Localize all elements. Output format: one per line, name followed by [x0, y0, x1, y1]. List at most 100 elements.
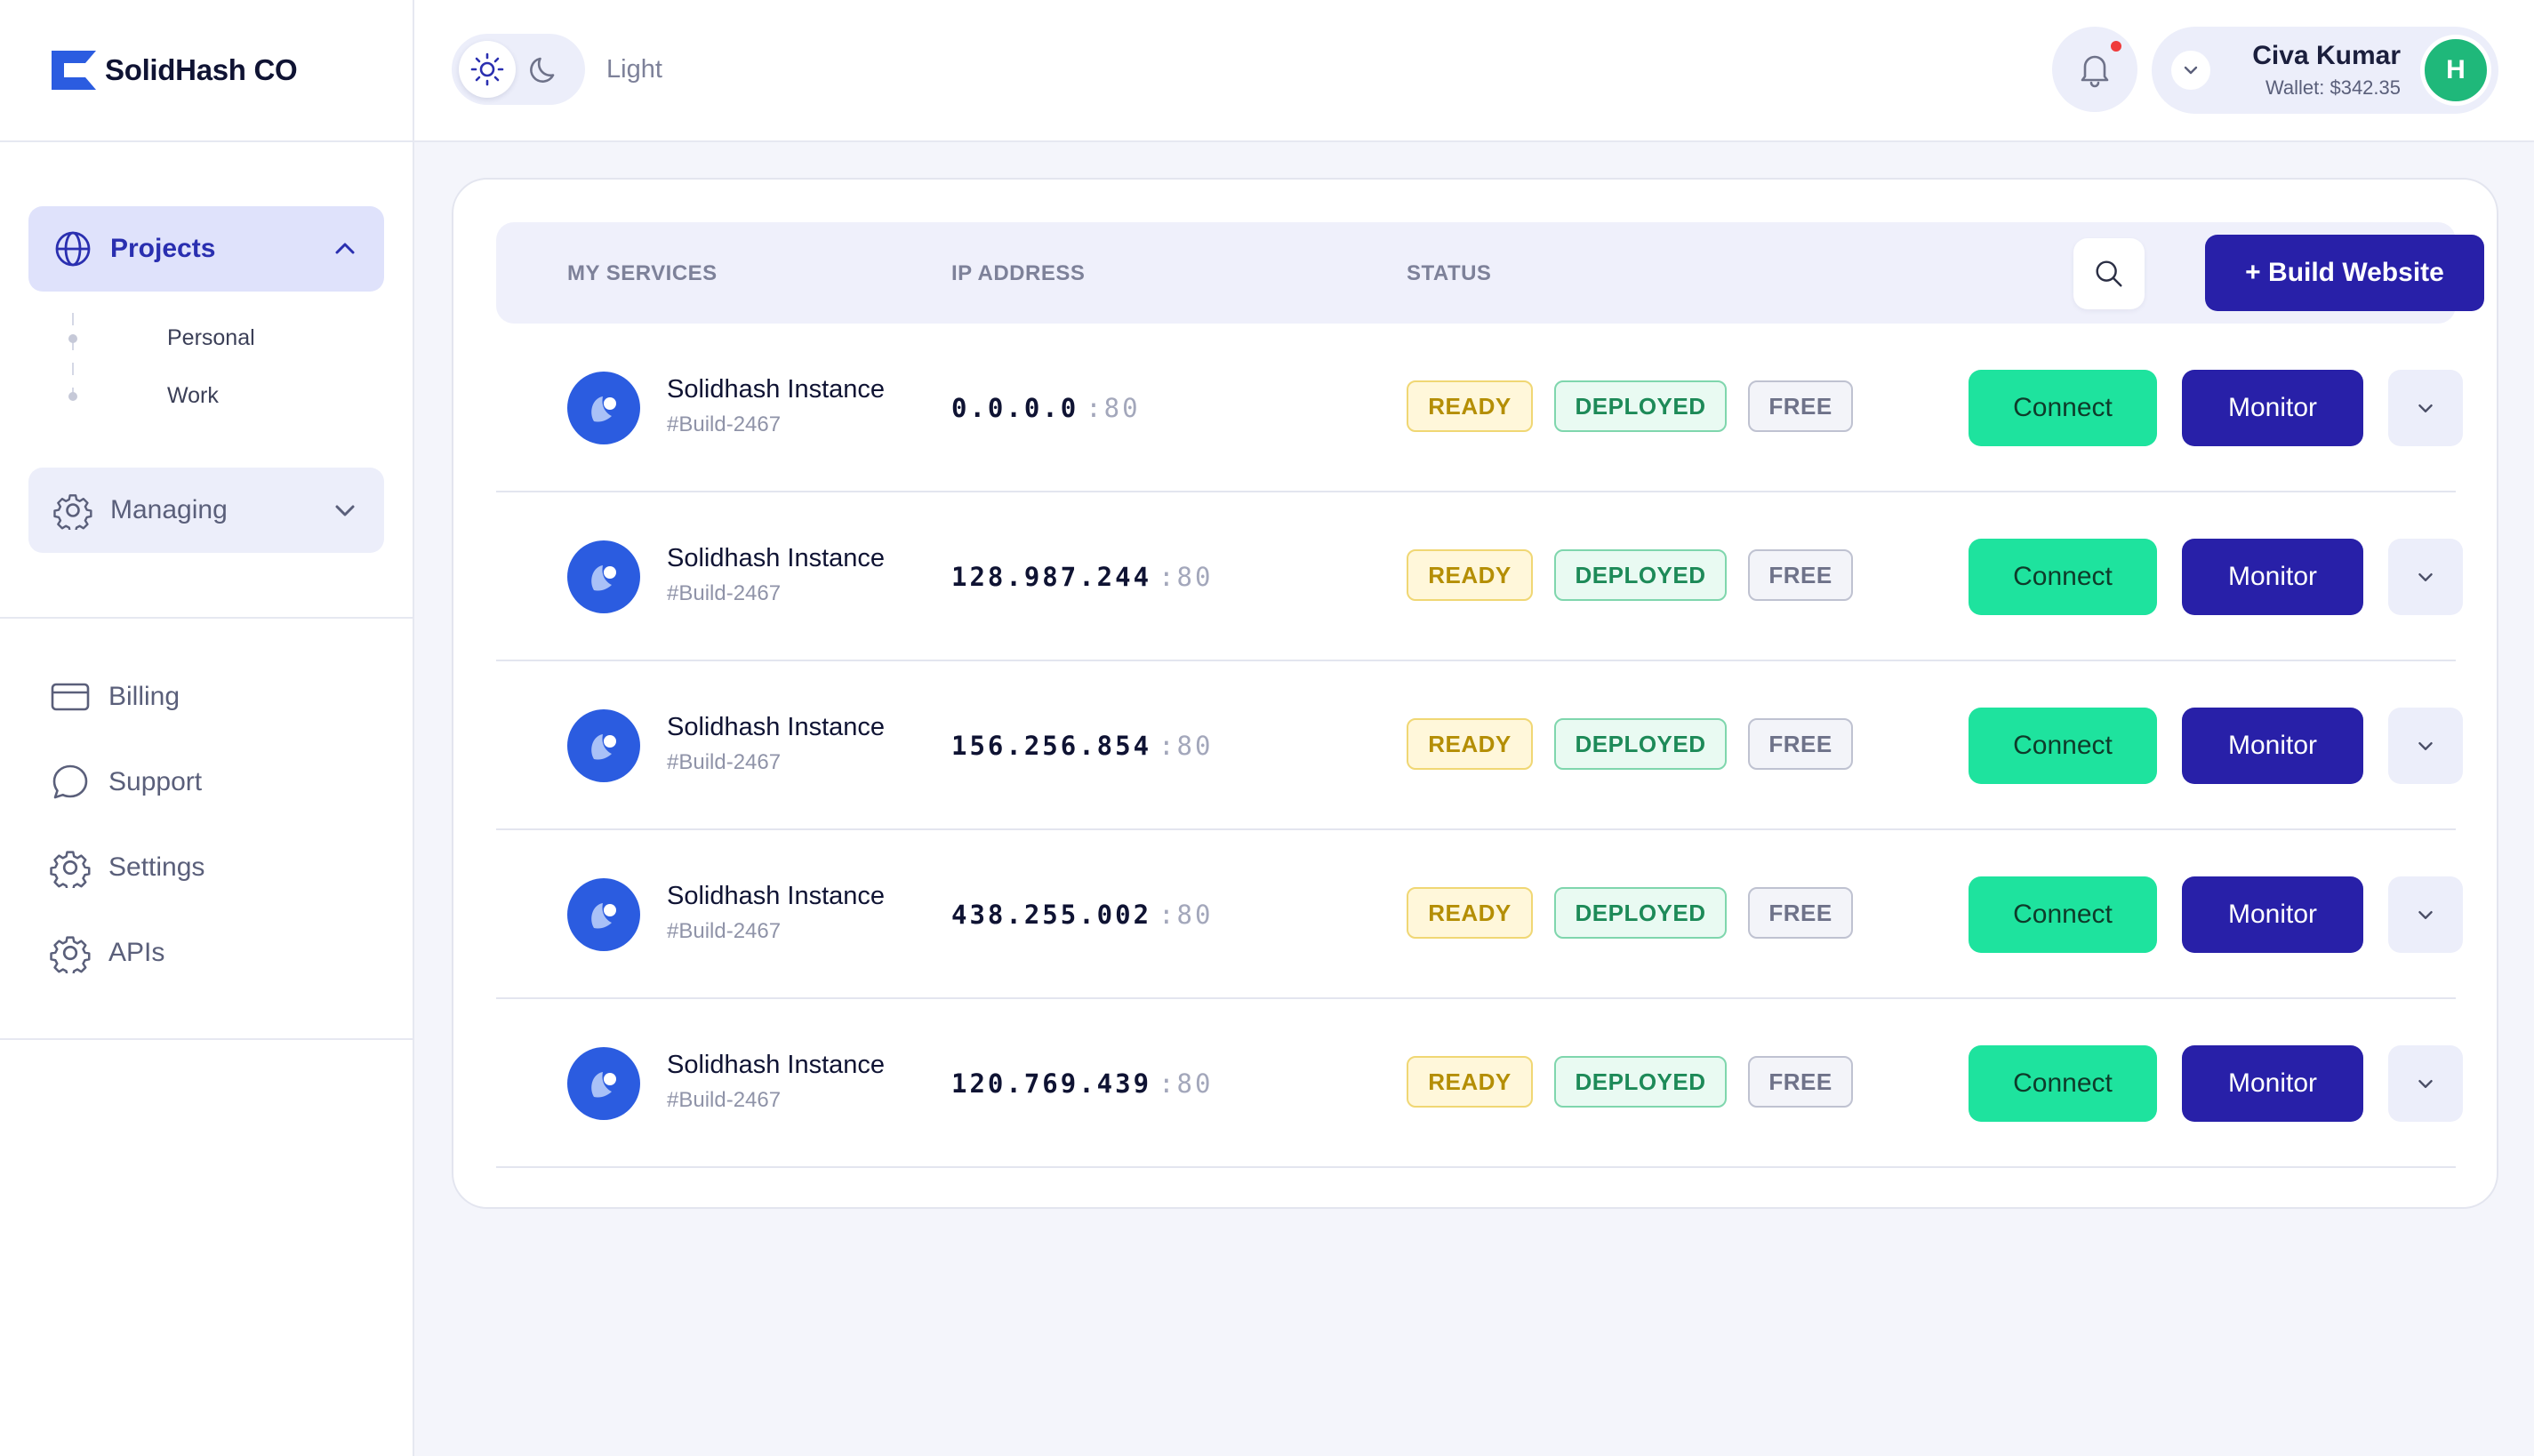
divider — [0, 1038, 413, 1040]
chevron-down-icon — [2418, 404, 2433, 412]
avatar[interactable]: H — [2420, 35, 2491, 106]
expand-row-button[interactable] — [2388, 539, 2463, 615]
connect-button[interactable]: Connect — [1969, 370, 2157, 446]
monitor-button[interactable]: Monitor — [2182, 539, 2363, 615]
user-menu[interactable]: Civa Kumar Wallet: $342.35 H — [2152, 27, 2498, 114]
service-name: Solidhash Instance — [667, 1051, 886, 1079]
menu-label: Settings — [108, 852, 205, 882]
status-badge-deployed: DEPLOYED — [1554, 718, 1727, 770]
theme-toggle[interactable] — [452, 34, 585, 105]
service-build: #Build-2467 — [667, 581, 782, 605]
chevron-down-icon — [2418, 741, 2433, 750]
ip-value: 0.0.0.0 — [951, 393, 1079, 423]
status-badge-ready: READY — [1407, 1056, 1533, 1108]
status-badge-ready: READY — [1407, 887, 1533, 939]
chevron-up-icon[interactable] — [331, 235, 359, 263]
expand-row-button[interactable] — [2388, 370, 2463, 446]
status-badge-deployed: DEPLOYED — [1554, 1056, 1727, 1108]
bell-icon — [2081, 55, 2109, 88]
notifications-button[interactable] — [2052, 27, 2137, 112]
table-row: Solidhash Instance #Build-2467 0.0.0.0:8… — [496, 324, 2463, 492]
user-info: Civa Kumar Wallet: $342.35 — [2210, 41, 2420, 100]
globe-icon — [53, 229, 92, 268]
expand-row-button[interactable] — [2388, 876, 2463, 953]
service-icon — [567, 540, 640, 613]
light-mode-button[interactable] — [459, 41, 516, 98]
service-name: Solidhash Instance — [667, 713, 886, 741]
sidebar-item-managing[interactable]: Managing — [28, 468, 384, 553]
expand-row-button[interactable] — [2388, 1045, 2463, 1122]
column-header-ip: IP ADDRESS — [951, 261, 1086, 285]
status-badge-ready: READY — [1407, 380, 1533, 432]
monitor-button[interactable]: Monitor — [2182, 370, 2363, 446]
ip-address: 156.256.854:80 — [951, 731, 1213, 761]
sidebar-item-settings[interactable]: Settings — [50, 825, 363, 910]
ip-address: 128.987.244:80 — [951, 562, 1213, 592]
user-name: Civa Kumar — [2252, 41, 2401, 70]
connect-button[interactable]: Connect — [1969, 539, 2157, 615]
dark-mode-button[interactable] — [516, 41, 573, 98]
sidebar-subitem-work[interactable]: Work — [68, 367, 384, 425]
sidebar-item-label: Managing — [110, 495, 228, 524]
expand-row-button[interactable] — [2388, 708, 2463, 784]
ip-value: 156.256.854 — [951, 731, 1152, 761]
subnav-dot — [68, 333, 77, 343]
search-button[interactable] — [2073, 238, 2145, 309]
topbar: Light Civa Kumar Wallet: $342.35 H — [414, 0, 2534, 142]
service-name: Solidhash Instance — [667, 882, 886, 910]
service-build: #Build-2467 — [667, 1088, 782, 1112]
sidebar-item-apis[interactable]: APIs — [50, 910, 363, 996]
sidebar-item-projects[interactable]: Projects — [28, 206, 384, 292]
subitem-label: Personal — [167, 325, 255, 350]
sidebar-item-billing[interactable]: Billing — [50, 654, 363, 740]
table-row: Solidhash Instance #Build-2467 438.255.0… — [496, 830, 2463, 999]
search-icon — [2096, 260, 2122, 287]
gear-icon — [53, 491, 92, 530]
service-name: Solidhash Instance — [667, 375, 886, 404]
sidebar-item-label: Projects — [110, 234, 216, 263]
chevron-down-icon — [2418, 910, 2433, 919]
column-header-status: STATUS — [1407, 261, 1492, 285]
gear-icon — [50, 847, 91, 888]
service-icon — [567, 372, 640, 444]
brand[interactable]: SolidHash CO — [0, 0, 413, 142]
connect-button[interactable]: Connect — [1969, 708, 2157, 784]
sidebar: SolidHash CO Projects Personal Work Mana… — [0, 0, 414, 1456]
credit-card-icon — [50, 676, 91, 717]
status-badge-deployed: DEPLOYED — [1554, 887, 1727, 939]
theme-label: Light — [606, 55, 662, 84]
chevron-down-icon[interactable] — [2171, 51, 2210, 90]
table-header: MY SERVICES IP ADDRESS STATUS + Build We… — [496, 222, 2484, 324]
brand-name: SolidHash CO — [105, 53, 298, 86]
status-badge-deployed: DEPLOYED — [1554, 549, 1727, 601]
chevron-down-icon — [2418, 1079, 2433, 1088]
monitor-button[interactable]: Monitor — [2182, 876, 2363, 953]
ip-port: :80 — [1086, 393, 1141, 423]
service-build: #Build-2467 — [667, 412, 782, 436]
monitor-button[interactable]: Monitor — [2182, 708, 2363, 784]
build-website-button[interactable]: + Build Website — [2205, 235, 2484, 311]
connect-button[interactable]: Connect — [1969, 876, 2157, 953]
connect-button[interactable]: Connect — [1969, 1045, 2157, 1122]
monitor-button[interactable]: Monitor — [2182, 1045, 2363, 1122]
notification-dot — [2109, 39, 2123, 53]
status-badge-ready: READY — [1407, 549, 1533, 601]
sidebar-subitem-personal[interactable]: Personal — [68, 309, 384, 367]
ip-port: :80 — [1159, 731, 1214, 761]
ip-value: 438.255.002 — [951, 900, 1152, 930]
status-badge-free: FREE — [1748, 718, 1853, 770]
ip-value: 128.987.244 — [951, 562, 1152, 592]
moon-icon — [530, 57, 555, 83]
wallet-balance: Wallet: $342.35 — [2265, 76, 2401, 99]
chat-bubble-icon — [50, 762, 91, 803]
menu-label: APIs — [108, 938, 165, 967]
chevron-down-icon — [2418, 572, 2433, 581]
subitem-label: Work — [167, 383, 219, 408]
chevron-down-icon[interactable] — [331, 496, 359, 524]
service-build: #Build-2467 — [667, 919, 782, 943]
sidebar-item-support[interactable]: Support — [50, 740, 363, 825]
sun-icon — [470, 52, 504, 86]
table-row: Solidhash Instance #Build-2467 120.769.4… — [496, 999, 2463, 1168]
subnav-dot — [68, 391, 77, 401]
nav-group: Projects Personal Work Managing — [0, 142, 413, 553]
